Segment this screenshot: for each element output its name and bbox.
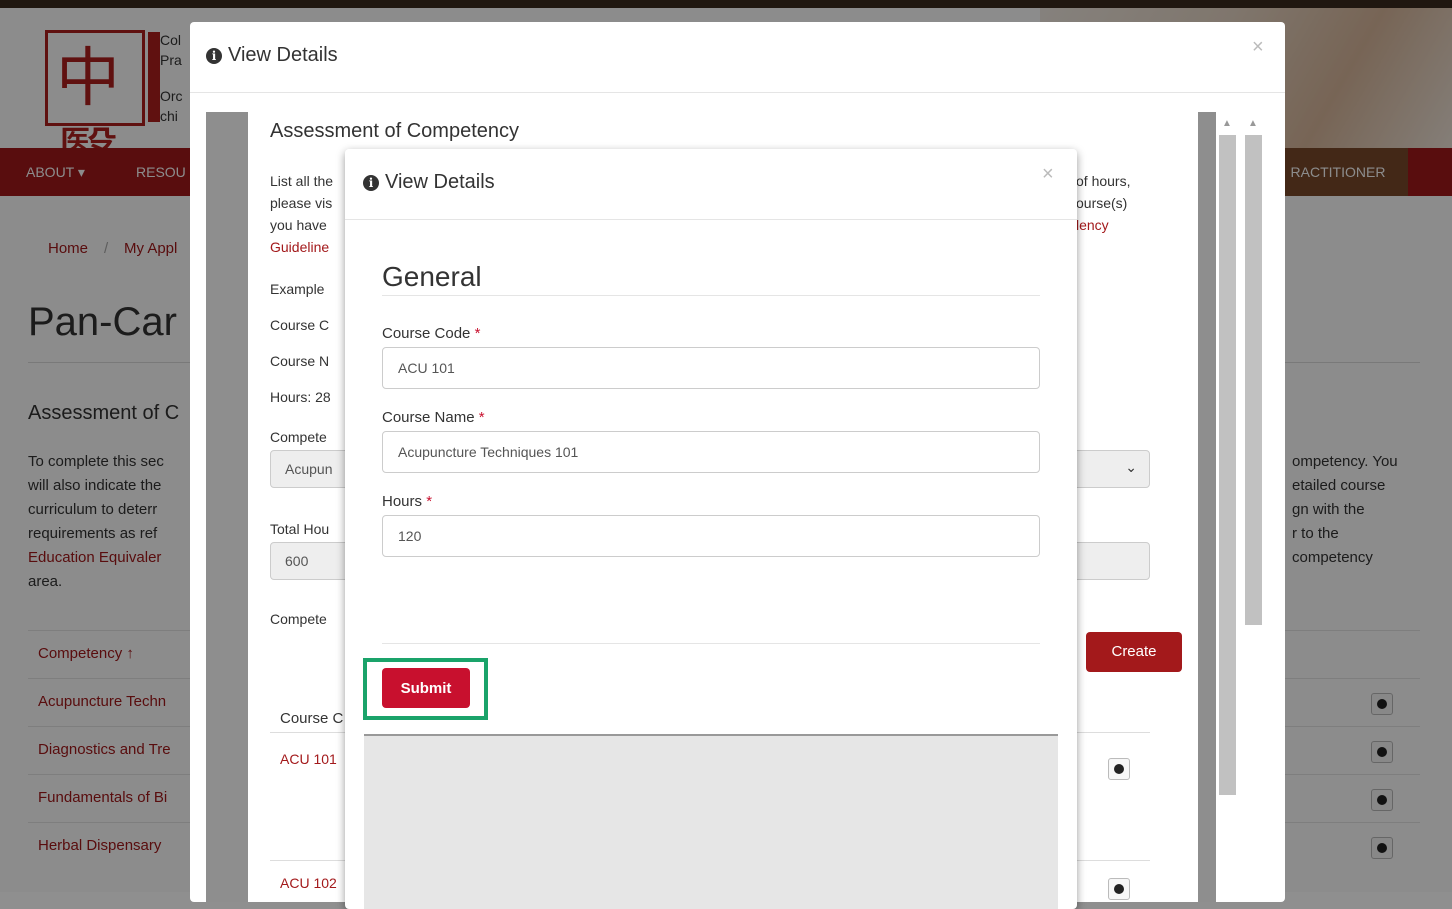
competency-label: Compete [270, 429, 327, 445]
course-code-input[interactable] [382, 347, 1040, 389]
hours-label: Hours * [382, 493, 432, 510]
info-icon: i [206, 48, 222, 64]
scroll-up-icon[interactable]: ▲ [1248, 118, 1258, 129]
course-link[interactable]: ACU 101 [280, 748, 337, 770]
modal-title: i View Details [363, 171, 495, 194]
close-icon[interactable]: × [1042, 163, 1054, 186]
close-icon[interactable]: × [1252, 36, 1264, 59]
modal-header: i View Details × [345, 149, 1077, 220]
hours-input[interactable] [382, 515, 1040, 557]
competencies-label: Compete [270, 611, 327, 627]
divider [382, 295, 1040, 296]
field-label-text: Course Name [382, 409, 475, 426]
course-code-label: Course C [270, 317, 330, 333]
dialog-lower-area [364, 734, 1058, 909]
frame-intro-left: List all the please vis you have Guideli… [270, 170, 333, 258]
modal-title-text: View Details [228, 44, 338, 66]
divider [382, 643, 1040, 644]
course-name-label: Course N [270, 353, 330, 369]
example-label: Example [270, 281, 325, 297]
section-heading: General [382, 261, 482, 292]
field-label-text: Hours [382, 493, 423, 510]
course-code-label: Course Code * [382, 325, 480, 342]
guidelines-link[interactable]: Guideline [270, 236, 333, 258]
modal-title: i View Details [206, 44, 338, 67]
frame-title: Assessment of Competency [270, 120, 519, 142]
expand-row-button[interactable] [1108, 758, 1130, 780]
required-asterisk: * [426, 493, 433, 510]
required-asterisk: * [478, 409, 485, 426]
intro-line: you have [270, 217, 327, 233]
hours-label: Hours: 28 [270, 389, 331, 405]
view-details-dialog: i View Details × General Course Code * Co… [345, 149, 1077, 909]
total-hours-value: 600 [285, 553, 309, 569]
course-link[interactable]: ACU 102 [280, 872, 337, 894]
modal-title-text: View Details [385, 171, 495, 193]
competency-guideline-link[interactable]: lency [1076, 214, 1130, 236]
total-hours-label: Total Hou [270, 521, 330, 537]
scrollbar-thumb[interactable] [1245, 135, 1262, 625]
info-icon: i [363, 175, 379, 191]
intro-line: ourse(s) [1076, 195, 1128, 211]
competency-select-value: Acupun [285, 461, 333, 477]
field-label-text: Course Code [382, 325, 471, 342]
scrollbar-thumb[interactable] [1219, 135, 1236, 795]
table-header-course-code[interactable]: Course C [280, 708, 343, 730]
submit-button[interactable]: Submit [382, 668, 470, 708]
create-button[interactable]: Create [1086, 632, 1182, 672]
scroll-up-icon[interactable]: ▲ [1222, 118, 1232, 129]
intro-line: of hours, [1076, 173, 1131, 189]
required-asterisk: * [474, 325, 481, 342]
frame-intro-right: of hours, ourse(s) lency [1076, 170, 1130, 236]
chevron-down-icon: ⌄ [1125, 459, 1137, 475]
intro-line: please vis [270, 195, 333, 211]
expand-row-button[interactable] [1108, 878, 1130, 900]
intro-line: List all the [270, 173, 334, 189]
course-name-input[interactable] [382, 431, 1040, 473]
modal-header: i View Details × [190, 22, 1285, 93]
course-name-label: Course Name * [382, 409, 485, 426]
